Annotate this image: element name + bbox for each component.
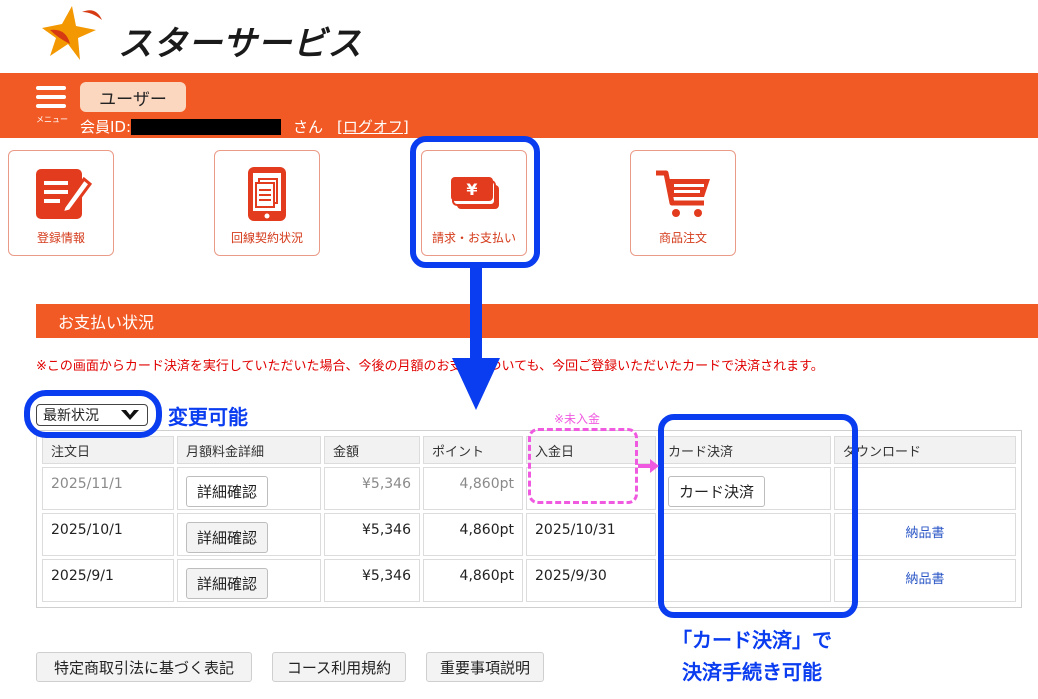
- tile-product-order[interactable]: 商品注文: [630, 150, 736, 256]
- logoff-link[interactable]: [ログオフ]: [337, 116, 409, 137]
- legal-notice-button[interactable]: 特定商取引法に基づく表記: [36, 652, 252, 682]
- annotation-card-note-1: 「カード決済」で: [672, 628, 832, 652]
- tile-registration-label: 登録情報: [36, 231, 85, 245]
- paid-date-cell: [526, 467, 656, 510]
- tile-product-order-label: 商品注文: [658, 231, 707, 245]
- annotation-change-possible: 変更可能: [168, 405, 248, 429]
- amount-cell: ¥5,346: [324, 513, 420, 556]
- table-header-row: 注文日 月額料金詳細 金額 ポイント 入金日 カード決済 ダウンロード: [42, 436, 1016, 464]
- payment-table: 注文日 月額料金詳細 金額 ポイント 入金日 カード決済 ダウンロード 2025…: [36, 430, 1022, 608]
- invoice-link[interactable]: 納品書: [905, 526, 944, 541]
- download-cell: 納品書: [834, 513, 1016, 556]
- member-suffix: さん: [293, 118, 324, 136]
- star-logo-icon: [42, 6, 102, 60]
- amount-cell: ¥5,346: [324, 559, 420, 602]
- paid-date-cell: 2025/9/30: [526, 559, 656, 602]
- download-cell: [834, 467, 1016, 510]
- detail-cell: 詳細確認: [177, 467, 321, 510]
- status-filter-select[interactable]: 最新状況: [36, 404, 148, 426]
- card-cell: [659, 513, 831, 556]
- detail-button[interactable]: 詳細確認: [186, 522, 269, 553]
- col-paid-date: 入金日: [526, 436, 656, 464]
- section-header-payment-status: お支払い状況: [36, 304, 1038, 338]
- brand-name: スターサービス: [118, 24, 363, 64]
- points-cell: 4,860pt: [423, 559, 523, 602]
- order-date-cell: 2025/10/1: [42, 513, 174, 556]
- tile-billing-payment-label: 請求・お支払い: [431, 231, 516, 245]
- billing-yen-icon: ¥: [451, 177, 499, 209]
- pink-arrow-icon: [638, 459, 659, 473]
- contract-document-icon: [248, 167, 286, 221]
- points-cell: 4,860pt: [423, 513, 523, 556]
- brand-logo[interactable]: スターサービス: [36, 4, 361, 68]
- invoice-link[interactable]: 納品書: [905, 572, 944, 587]
- annotation-card-note-2: 決済手続き可能: [682, 660, 822, 684]
- detail-cell: 詳細確認: [177, 559, 321, 602]
- table-row: 2025/9/1 詳細確認 ¥5,346 4,860pt 2025/9/30 納…: [42, 559, 1016, 602]
- tile-registration[interactable]: 登録情報: [8, 150, 114, 256]
- card-cell: カード決済: [659, 467, 831, 510]
- detail-button[interactable]: 詳細確認: [186, 568, 269, 599]
- redacted-member-id: [131, 118, 282, 135]
- tile-contract-status-label: 回線契約状況: [230, 231, 303, 245]
- paid-date-cell: 2025/10/31: [526, 513, 656, 556]
- amount-cell: ¥5,346: [324, 467, 420, 510]
- detail-button[interactable]: 詳細確認: [186, 476, 269, 507]
- svg-text:¥: ¥: [466, 180, 477, 199]
- col-monthly-detail: 月額料金詳細: [177, 436, 321, 464]
- detail-cell: 詳細確認: [177, 513, 321, 556]
- col-download: ダウンロード: [834, 436, 1016, 464]
- col-card-payment: カード決済: [659, 436, 831, 464]
- table-row: 2025/10/1 詳細確認 ¥5,346 4,860pt 2025/10/31…: [42, 513, 1016, 556]
- status-filter-value: 最新状況: [43, 408, 99, 424]
- tile-billing-payment[interactable]: ¥ 請求・お支払い: [421, 150, 527, 256]
- member-info: 会員ID: さん [ログオフ]: [80, 116, 409, 137]
- points-cell: 4,860pt: [423, 467, 523, 510]
- member-id-label: 会員ID:: [80, 118, 132, 136]
- col-amount: 金額: [324, 436, 420, 464]
- col-order-date: 注文日: [42, 436, 174, 464]
- annotation-unpaid: ※未入金: [554, 412, 601, 426]
- user-tab[interactable]: ユーザー: [80, 82, 186, 112]
- registration-form-icon: [36, 169, 92, 219]
- card-payment-notice: ※この画面からカード決済を実行していただいた場合、今後の月額のお支払についても、…: [36, 359, 824, 374]
- order-date-cell: 2025/9/1: [42, 559, 174, 602]
- important-matters-button[interactable]: 重要事項説明: [426, 652, 544, 682]
- card-cell: [659, 559, 831, 602]
- shopping-cart-icon: [656, 170, 710, 217]
- tile-contract-status[interactable]: 回線契約状況: [214, 150, 320, 256]
- menu-caption: メニュー: [36, 115, 68, 124]
- card-payment-button[interactable]: カード決済: [668, 476, 766, 507]
- col-points: ポイント: [423, 436, 523, 464]
- hamburger-menu-icon[interactable]: [36, 86, 66, 108]
- course-terms-button[interactable]: コース利用規約: [272, 652, 406, 682]
- chevron-down-icon: [121, 410, 139, 420]
- download-cell: 納品書: [834, 559, 1016, 602]
- table-row: 2025/11/1 詳細確認 ¥5,346 4,860pt カード決済: [42, 467, 1016, 510]
- order-date-cell: 2025/11/1: [42, 467, 174, 510]
- down-arrow-icon: [452, 266, 500, 410]
